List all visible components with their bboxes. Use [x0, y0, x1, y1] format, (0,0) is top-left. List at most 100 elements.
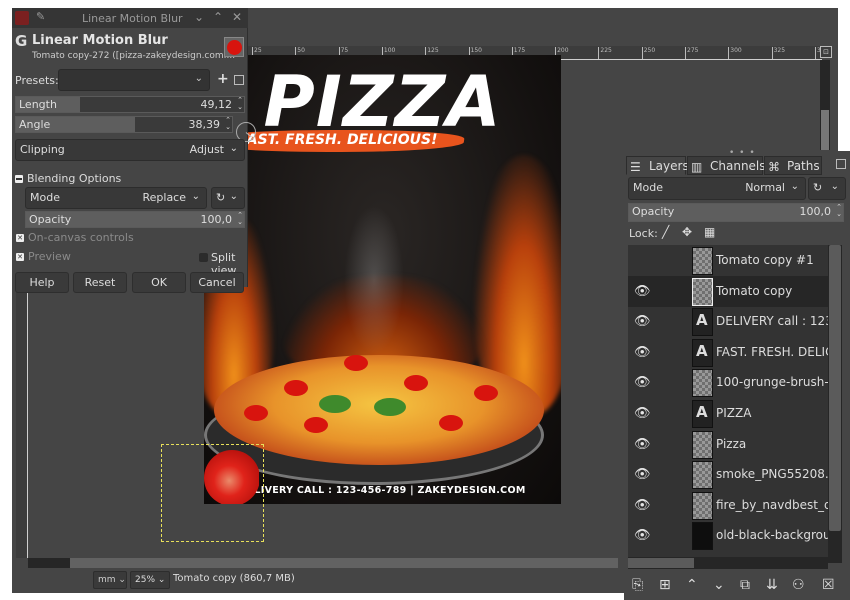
composite-mode-select[interactable]: ↻ ⌄ — [211, 187, 245, 209]
link-chain-toggle[interactable] — [656, 431, 684, 457]
layer-opacity-spinner[interactable]: Opacity 100,0 ⌃ ⌄ — [628, 203, 844, 222]
length-label: Length — [19, 98, 57, 111]
navigate-icon[interactable]: ⊡ — [820, 46, 832, 58]
chevron-down-icon: ⌄ — [790, 181, 799, 192]
vertical-ruler[interactable] — [16, 288, 28, 558]
visibility-eye-icon[interactable]: 👁 — [634, 375, 651, 390]
visibility-eye-icon[interactable]: 👁 — [634, 284, 651, 299]
zoom-select[interactable]: 25% ⌄ — [130, 571, 170, 589]
tab-label: Paths — [787, 159, 820, 173]
layer-list-horizontal-scrollbar[interactable] — [628, 557, 828, 569]
canvas-vertical-scrollbar[interactable] — [820, 60, 830, 150]
angle-label: Angle — [19, 118, 51, 131]
tomato-topping — [284, 380, 308, 396]
tab-channels[interactable]: ▥ Channels — [687, 156, 766, 175]
split-view-checkbox[interactable] — [199, 253, 208, 262]
mode-value: Replace — [142, 191, 186, 204]
duplicate-layer-icon[interactable]: ⧉ — [740, 577, 750, 593]
layer-thumbnail — [692, 277, 713, 306]
lock-position-icon[interactable]: ✥ — [682, 225, 692, 239]
layer-row[interactable]: Tomato copy #1 — [628, 245, 828, 276]
visibility-eye-icon[interactable]: 👁 — [634, 528, 651, 543]
raise-layer-icon[interactable]: ⌃ — [686, 577, 698, 593]
chevron-down-icon: ⌄ — [118, 575, 126, 585]
link-chain-toggle[interactable] — [656, 278, 684, 304]
tomato-topping — [404, 375, 428, 391]
dialog-titlebar[interactable]: ✎ Linear Motion Blur ⌄ ⌃ ✕ — [12, 8, 248, 28]
status-bar: mm ⌄ 25% ⌄ Tomato copy (860,7 MB) — [12, 568, 612, 593]
on-canvas-controls-checkbox[interactable]: ✕ — [16, 234, 24, 242]
layer-row[interactable]: 👁 old-black-backgroun — [628, 520, 828, 551]
layer-mode-select[interactable]: Mode Normal ⌄ — [628, 177, 806, 200]
blend-mode-select[interactable]: Mode Replace ⌄ — [25, 187, 207, 209]
dock-menu-icon[interactable] — [836, 159, 846, 169]
tomato-topping — [304, 417, 328, 433]
link-chain-toggle[interactable] — [656, 339, 684, 365]
visibility-eye-icon[interactable]: 👁 — [634, 437, 651, 452]
add-preset-icon[interactable]: + — [217, 71, 229, 87]
visibility-eye-icon[interactable]: 👁 — [634, 345, 651, 360]
layer-row[interactable]: 👁 100-grunge-brush-st — [628, 367, 828, 398]
canvas-image[interactable]: PIZZA FAST. FRESH. DELICIOUS! DELIVERY C… — [204, 55, 561, 504]
visibility-eye-icon[interactable]: 👁 — [634, 498, 651, 513]
tab-paths[interactable]: ⌘ Paths — [764, 156, 822, 175]
composite-mode-select[interactable]: ↻ ⌄ — [808, 177, 846, 200]
lock-label: Lock: — [629, 227, 658, 240]
length-spinner[interactable]: Length 49,12 ⌃ ⌄ — [15, 96, 245, 113]
presets-menu-icon[interactable] — [234, 75, 244, 85]
tab-layers[interactable]: ☰ Layers — [626, 156, 689, 175]
unit-select[interactable]: mm ⌄ — [93, 571, 127, 589]
poster-tagline: FAST. FRESH. DELICIOUS! — [239, 132, 438, 148]
spin-arrows-icon[interactable]: ⌃ ⌄ — [237, 212, 243, 226]
spin-arrows-icon[interactable]: ⌃ ⌄ — [836, 204, 842, 218]
zoom-value: 25% — [135, 575, 156, 585]
delete-layer-icon[interactable]: ☒ — [822, 577, 835, 593]
layer-row[interactable]: 👁 smoke_PNG55208.pr — [628, 459, 828, 490]
lock-alpha-icon[interactable]: ▦ — [704, 225, 715, 239]
lock-pixels-icon[interactable]: ╱ — [662, 225, 669, 239]
blending-options-expander[interactable]: Blending Options — [27, 172, 121, 185]
layer-row[interactable]: 👁 DELIVERY call : 123-4 — [628, 306, 828, 337]
preview-checkbox[interactable]: ✕ — [16, 253, 24, 261]
layer-row[interactable]: 👁 FAST. FRESH. DELICIO — [628, 337, 828, 368]
new-layer-group-icon[interactable]: ⊞ — [659, 577, 671, 593]
dock-grip-handle[interactable]: • • • — [729, 149, 756, 158]
spin-arrows-icon[interactable]: ⌃ ⌄ — [225, 117, 231, 131]
help-button[interactable]: Help — [15, 272, 69, 293]
layer-list-vertical-scrollbar[interactable] — [828, 245, 842, 563]
lower-layer-icon[interactable]: ⌄ — [713, 577, 725, 593]
layer-row[interactable]: 👁 Tomato copy — [628, 275, 828, 307]
spin-arrows-icon[interactable]: ⌃ ⌄ — [237, 97, 243, 111]
close-icon[interactable]: ✕ — [232, 10, 242, 24]
clipping-select[interactable]: Clipping Adjust ⌄ — [15, 139, 245, 161]
presets-label: Presets: — [15, 74, 59, 87]
ok-button[interactable]: OK — [132, 272, 186, 293]
blend-opacity-spinner[interactable]: Opacity 100,0 ⌃ ⌄ — [25, 211, 245, 228]
new-layer-icon[interactable]: ⎘ — [632, 577, 643, 593]
merge-down-icon[interactable]: ⇊ — [766, 577, 778, 593]
layer-boundary[interactable] — [161, 444, 264, 542]
layer-row[interactable]: 👁 Pizza — [628, 429, 828, 460]
link-chain-toggle[interactable] — [656, 461, 684, 487]
link-chain-toggle[interactable] — [656, 247, 684, 273]
pin-icon[interactable]: ✎ — [36, 10, 45, 23]
visibility-eye-icon[interactable]: 👁 — [634, 406, 651, 421]
reset-button[interactable]: Reset — [73, 272, 127, 293]
angle-spinner[interactable]: Angle 38,39 ⌃ ⌄ — [15, 116, 233, 133]
link-chain-toggle[interactable] — [656, 308, 684, 334]
cancel-button[interactable]: Cancel — [190, 272, 244, 293]
add-mask-icon[interactable]: ⚇ — [792, 577, 805, 593]
layer-row[interactable]: 👁 fire_by_navdbest_d5i — [628, 490, 828, 521]
presets-select[interactable]: ⌄ — [58, 69, 210, 91]
maximize-icon[interactable]: ⌃ — [213, 10, 223, 24]
link-chain-toggle[interactable] — [656, 369, 684, 395]
link-chain-toggle[interactable] — [656, 492, 684, 518]
visibility-eye-icon[interactable]: 👁 — [634, 314, 651, 329]
layer-row[interactable]: 👁 PIZZA — [628, 398, 828, 429]
canvas-horizontal-scrollbar[interactable] — [28, 558, 618, 568]
collapse-icon[interactable] — [15, 175, 23, 183]
visibility-eye-icon[interactable]: 👁 — [634, 467, 651, 482]
minimize-icon[interactable]: ⌄ — [194, 10, 204, 24]
link-chain-toggle[interactable] — [656, 522, 684, 548]
link-chain-toggle[interactable] — [656, 400, 684, 426]
